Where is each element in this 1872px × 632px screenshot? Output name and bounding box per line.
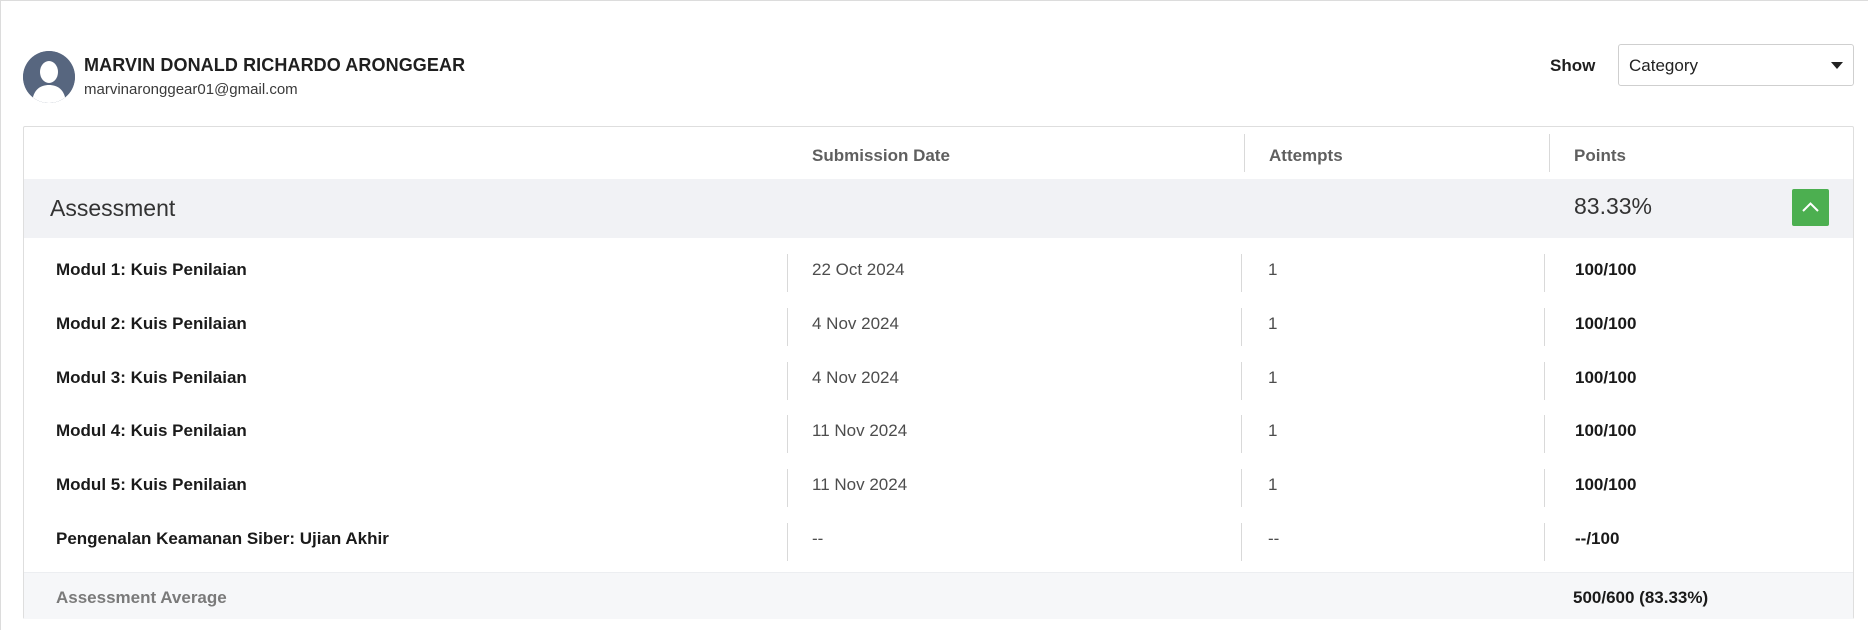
column-divider [1241, 308, 1242, 346]
attempts: 1 [1268, 421, 1278, 440]
column-divider [1241, 415, 1242, 453]
average-row: Assessment Average 500/600 (83.33%) [24, 572, 1853, 619]
column-divider [1241, 362, 1242, 400]
column-divider [1241, 523, 1242, 561]
header-attempts: Attempts [1269, 146, 1343, 165]
collapse-button[interactable] [1792, 189, 1829, 226]
column-divider [1241, 469, 1242, 507]
column-divider [1544, 523, 1545, 561]
table-row: Pengenalan Keamanan Siber: Ujian Akhir -… [24, 512, 1853, 566]
avatar [23, 51, 75, 103]
column-divider [1241, 254, 1242, 292]
gradebook-panel: MARVIN DONALD RICHARDO ARONGGEAR marvina… [0, 0, 1868, 630]
column-divider [787, 254, 788, 292]
column-divider [1544, 362, 1545, 400]
group-title: Assessment [50, 195, 176, 221]
header-divider [1549, 134, 1550, 172]
attempts: 1 [1268, 368, 1278, 387]
submission-date: 4 Nov 2024 [812, 314, 899, 333]
user-name: MARVIN DONALD RICHARDO ARONGGEAR [84, 55, 466, 75]
attempts: 1 [1268, 475, 1278, 494]
average-label: Assessment Average [56, 588, 227, 607]
caret-down-icon [1831, 62, 1843, 69]
table-row: Modul 2: Kuis Penilaian 4 Nov 2024 1 100… [24, 297, 1853, 351]
assessment-name: Modul 1: Kuis Penilaian [56, 260, 247, 279]
show-label: Show [1550, 56, 1596, 75]
table-row: Modul 5: Kuis Penilaian 11 Nov 2024 1 10… [24, 458, 1853, 512]
header-submission-date: Submission Date [812, 146, 950, 165]
points: 100/100 [1575, 260, 1637, 279]
attempts: 1 [1268, 314, 1278, 333]
submission-date: 4 Nov 2024 [812, 368, 899, 387]
table-row: Modul 3: Kuis Penilaian 4 Nov 2024 1 100… [24, 351, 1853, 405]
user-email: marvinaronggear01@gmail.com [84, 81, 298, 98]
submission-date: 22 Oct 2024 [812, 260, 905, 279]
points: --/100 [1575, 529, 1620, 548]
points: 100/100 [1575, 314, 1637, 333]
points: 100/100 [1575, 421, 1637, 440]
assessment-name: Modul 5: Kuis Penilaian [56, 475, 247, 494]
submission-date: 11 Nov 2024 [812, 475, 908, 494]
assessment-name: Pengenalan Keamanan Siber: Ujian Akhir [56, 529, 389, 548]
header-divider [1244, 134, 1245, 172]
column-divider [787, 308, 788, 346]
column-divider [787, 469, 788, 507]
points: 100/100 [1575, 368, 1637, 387]
submission-date: 11 Nov 2024 [812, 421, 908, 440]
category-select-value: Category [1629, 56, 1698, 75]
group-row-assessment: Assessment 83.33% [24, 179, 1853, 238]
grades-table: Submission Date Attempts Points Assessme… [23, 126, 1854, 619]
assessment-name: Modul 3: Kuis Penilaian [56, 368, 247, 387]
table-row: Modul 1: Kuis Penilaian 22 Oct 2024 1 10… [24, 243, 1853, 297]
column-divider [1544, 308, 1545, 346]
assessment-name: Modul 2: Kuis Penilaian [56, 314, 247, 333]
user-silhouette-icon [23, 51, 75, 103]
column-divider [1544, 415, 1545, 453]
attempts: 1 [1268, 260, 1278, 279]
column-divider [1544, 254, 1545, 292]
attempts: -- [1268, 529, 1280, 548]
points: 100/100 [1575, 475, 1637, 494]
column-divider [787, 523, 788, 561]
column-divider [787, 415, 788, 453]
average-value: 500/600 (83.33%) [1573, 588, 1709, 607]
header-points: Points [1574, 146, 1626, 165]
submission-date: -- [812, 529, 824, 548]
chevron-up-icon [1802, 202, 1819, 212]
column-divider [787, 362, 788, 400]
table-row: Modul 4: Kuis Penilaian 11 Nov 2024 1 10… [24, 404, 1853, 458]
group-score: 83.33% [1574, 193, 1653, 219]
column-divider [1544, 469, 1545, 507]
category-select[interactable]: Category [1618, 44, 1854, 86]
assessment-name: Modul 4: Kuis Penilaian [56, 421, 247, 440]
